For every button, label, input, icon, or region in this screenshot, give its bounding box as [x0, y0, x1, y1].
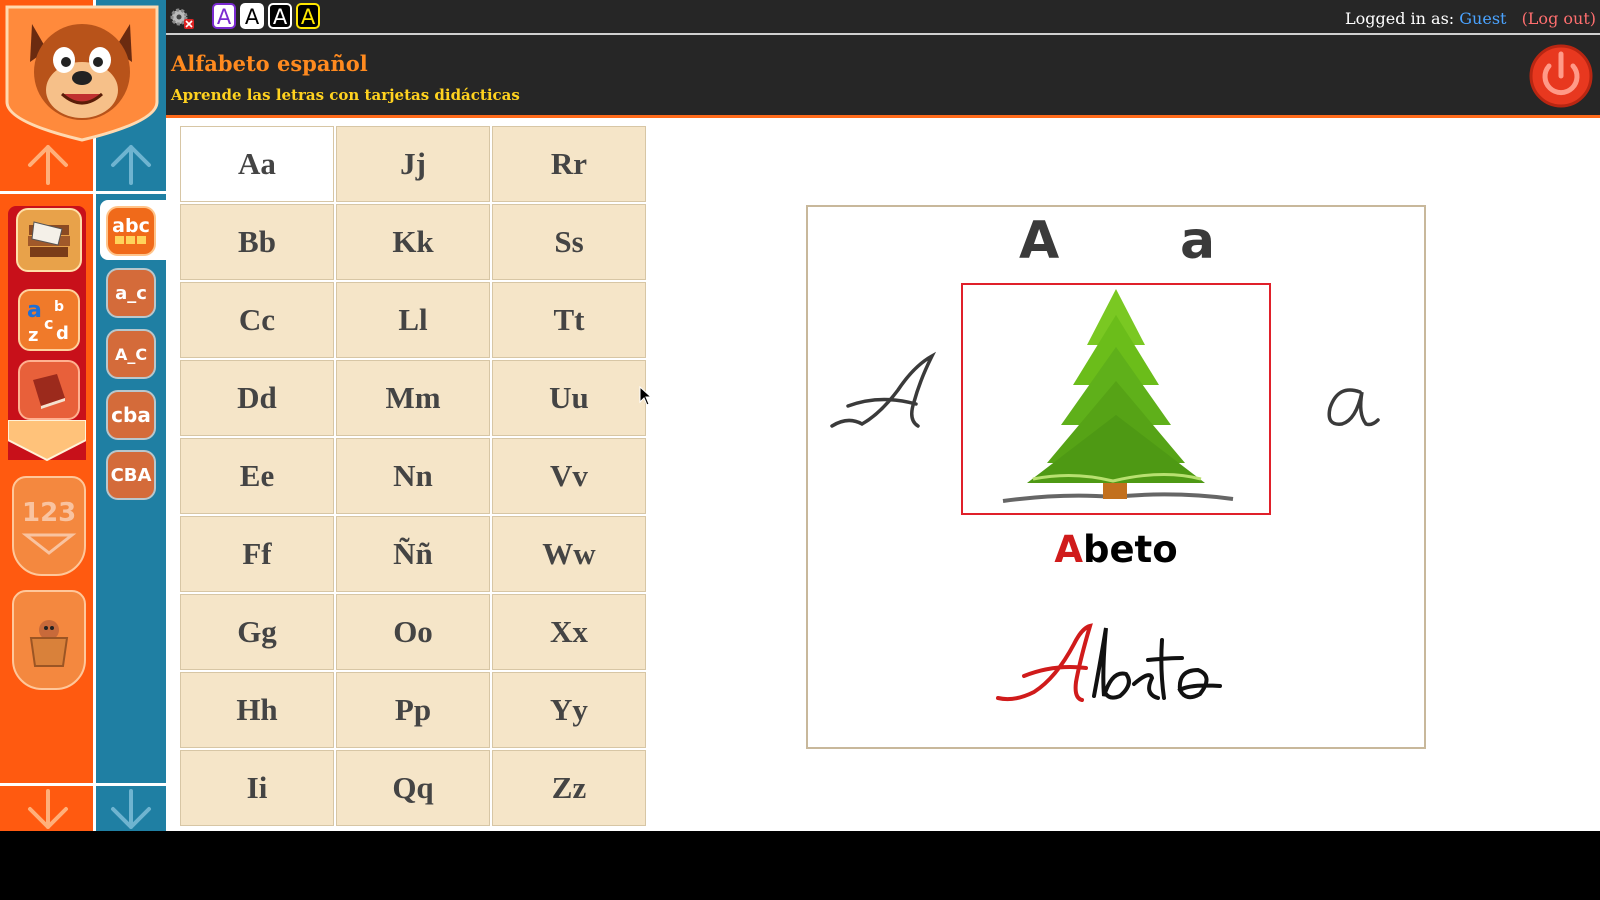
- font-style-button-purple[interactable]: A: [212, 3, 236, 29]
- svg-text:a: a: [27, 298, 42, 323]
- letter-tile[interactable]: Ww: [492, 516, 646, 592]
- sub-item-label: CBA: [110, 464, 152, 486]
- dog-in-box-icon: [29, 620, 69, 667]
- letter-tile[interactable]: Oo: [336, 594, 490, 670]
- font-style-button-black[interactable]: A: [268, 3, 292, 29]
- letter-tile[interactable]: Tt: [492, 282, 646, 358]
- letter-tile[interactable]: Nn: [336, 438, 490, 514]
- fir-tree-icon: [1002, 289, 1234, 503]
- word-first-letter: A: [1054, 528, 1083, 571]
- letter-tile[interactable]: Jj: [336, 126, 490, 202]
- sub-item-cba-upper[interactable]: CBA: [106, 450, 156, 500]
- letter-tile[interactable]: Rr: [492, 126, 646, 202]
- page-subtitle: Aprende las letras con tarjetas didáctic…: [171, 86, 520, 104]
- svg-text:123: 123: [22, 498, 76, 528]
- letter-tile[interactable]: Dd: [180, 360, 334, 436]
- cursive-lowercase-a-icon: [1327, 388, 1380, 427]
- uppercase-letter: A: [1019, 211, 1060, 271]
- letter-tile[interactable]: Xx: [492, 594, 646, 670]
- sub-item-abc[interactable]: abc: [106, 206, 156, 256]
- flashcard-word: Abeto: [1000, 528, 1232, 571]
- letter-tile[interactable]: Ss: [492, 204, 646, 280]
- sub-item-abc-label: abc: [112, 215, 150, 237]
- app-numbers-button[interactable]: 123: [12, 476, 86, 576]
- book-icon: [33, 374, 65, 409]
- letter-tile[interactable]: Vv: [492, 438, 646, 514]
- arrow-down-icon: [28, 789, 68, 829]
- letter-tile[interactable]: Ññ: [336, 516, 490, 592]
- letter-tiles-icon: [115, 236, 146, 244]
- page-title: Alfabeto español: [171, 51, 368, 76]
- settings-gear-icon[interactable]: [168, 5, 196, 31]
- sub-item-label: a_c: [115, 282, 147, 304]
- svg-text:d: d: [56, 323, 69, 344]
- sidebar-divider-bottom: [0, 783, 166, 786]
- word-picture: [961, 283, 1271, 515]
- letter-tile[interactable]: Ii: [180, 750, 334, 826]
- app-book-button[interactable]: [18, 360, 80, 420]
- letter-tile[interactable]: Qq: [336, 750, 490, 826]
- svg-text:c: c: [44, 314, 53, 333]
- sub-item-cba-lower[interactable]: cba: [106, 390, 156, 440]
- mouse-cursor-icon: [639, 386, 653, 406]
- logged-in-label: Logged in as:: [1344, 9, 1455, 28]
- logout-link[interactable]: (Log out): [1522, 9, 1596, 28]
- letter-tile[interactable]: Pp: [336, 672, 490, 748]
- scroll-down-apps-button[interactable]: [24, 788, 72, 830]
- scroll-up-apps-button[interactable]: [24, 142, 72, 186]
- letter-tile[interactable]: Ee: [180, 438, 334, 514]
- letter-tile[interactable]: Zz: [492, 750, 646, 826]
- user-link[interactable]: Guest: [1459, 9, 1506, 28]
- arrow-down-icon: [111, 789, 151, 829]
- letter-tile[interactable]: Kk: [336, 204, 490, 280]
- title-bar: [166, 35, 1600, 118]
- sub-item-label: A_C: [114, 344, 148, 364]
- login-status: Logged in as: Guest (Log out): [1345, 9, 1596, 28]
- dog-logo-icon: [5, 5, 159, 142]
- letter-tile[interactable]: Uu: [492, 360, 646, 436]
- svg-text:z: z: [28, 325, 38, 345]
- app-books-button[interactable]: [16, 208, 82, 272]
- svg-text:b: b: [54, 299, 64, 315]
- sub-item-a-c-upper[interactable]: A_C: [106, 329, 156, 379]
- scroll-down-sub-button[interactable]: [107, 788, 155, 830]
- letter-tile[interactable]: Bb: [180, 204, 334, 280]
- scroll-up-sub-button[interactable]: [107, 142, 155, 186]
- app-abc-button[interactable]: a b c z d: [18, 289, 80, 351]
- sub-item-label: cba: [111, 403, 151, 427]
- letter-tile[interactable]: Mm: [336, 360, 490, 436]
- ribbon-tail-icon: [8, 420, 86, 462]
- letter-tile[interactable]: Ff: [180, 516, 334, 592]
- lowercase-letter: a: [1180, 211, 1216, 271]
- books-icon: [28, 221, 70, 257]
- app-window: a b c z d 123 abc a_c A_C cba CBA A A A …: [0, 0, 1600, 831]
- cursive-uppercase-a-icon: [830, 351, 937, 428]
- numbers-123-icon: 123: [21, 498, 77, 555]
- abcd-letters-icon: a b c z d: [27, 298, 69, 345]
- power-icon[interactable]: [1529, 44, 1593, 108]
- font-style-button-yellow[interactable]: A: [296, 3, 320, 29]
- arrow-up-icon: [28, 145, 68, 185]
- app-dog-box-button[interactable]: [12, 590, 86, 690]
- letter-tile[interactable]: Yy: [492, 672, 646, 748]
- letter-tile[interactable]: Gg: [180, 594, 334, 670]
- cursive-word-icon: [996, 623, 1222, 702]
- sub-item-a-c-lower[interactable]: a_c: [106, 268, 156, 318]
- letter-tile[interactable]: Aa: [180, 126, 334, 202]
- letter-tile[interactable]: Hh: [180, 672, 334, 748]
- arrow-up-icon: [111, 145, 151, 185]
- letter-grid: Aa Jj Rr Bb Kk Ss Cc Ll Tt Dd Mm Uu Ee Nn Vv Ff Ññ Ww Gg Oo…: [180, 126, 650, 826]
- font-style-button-white[interactable]: A: [240, 3, 264, 29]
- word-rest: beto: [1082, 528, 1178, 571]
- letter-tile[interactable]: Cc: [180, 282, 334, 358]
- letter-tile[interactable]: Ll: [336, 282, 490, 358]
- sidebar-divider-top: [0, 191, 166, 194]
